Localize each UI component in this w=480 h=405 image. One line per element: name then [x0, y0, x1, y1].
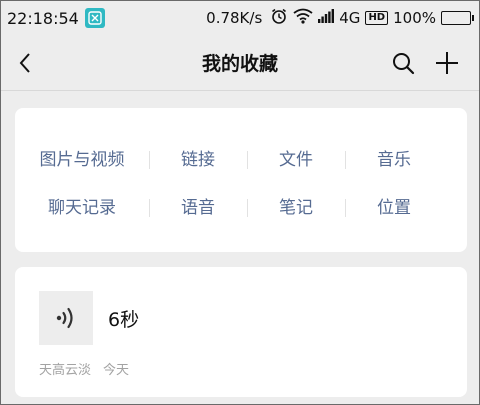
voice-icon [56, 307, 73, 329]
voice-duration: 6秒 [108, 309, 140, 331]
back-icon [19, 53, 30, 73]
category-row: 聊天记录 语音 笔记 位置 [15, 190, 467, 220]
app-notification-icon [84, 8, 105, 28]
alarm-icon [270, 7, 288, 29]
category-chat-history[interactable]: 聊天记录 [15, 193, 149, 218]
search-button[interactable] [387, 47, 419, 79]
favorite-date: 今天 [103, 363, 130, 378]
voice-thumbnail [39, 291, 93, 345]
favorite-meta: 天高云淡 今天 [39, 359, 129, 378]
category-music[interactable]: 音乐 [345, 145, 443, 170]
battery-icon [441, 11, 474, 25]
back-button[interactable] [9, 47, 41, 79]
category-voice[interactable]: 语音 [149, 193, 247, 218]
category-row: 图片与视频 链接 文件 音乐 [15, 142, 467, 172]
wifi-icon [293, 8, 313, 28]
status-time: 22:18:54 [7, 8, 79, 28]
favorite-source: 天高云淡 [39, 363, 92, 378]
network-type: 4G [339, 9, 361, 27]
battery-percent: 100% [393, 9, 436, 27]
add-button[interactable] [431, 47, 463, 79]
nav-bar: 我的收藏 [1, 35, 479, 91]
status-bar: 22:18:54 0.78K/s 4G HD 100% [1, 1, 479, 35]
category-links[interactable]: 链接 [149, 145, 247, 170]
category-location[interactable]: 位置 [345, 193, 443, 218]
network-speed: 0.78K/s [206, 9, 263, 27]
category-card: 图片与视频 链接 文件 音乐 聊天记录 语音 笔记 位置 [15, 108, 467, 252]
screen: 22:18:54 0.78K/s 4G HD 100% 我的收藏 图片与视频 链… [0, 0, 480, 405]
add-icon [436, 52, 458, 74]
favorite-item[interactable]: 6秒 天高云淡 今天 [15, 267, 467, 397]
signal-icon [318, 9, 335, 27]
search-icon [393, 53, 415, 75]
hd-icon: HD [365, 11, 389, 25]
category-images-videos[interactable]: 图片与视频 [15, 145, 149, 170]
category-files[interactable]: 文件 [247, 145, 345, 170]
category-notes[interactable]: 笔记 [247, 193, 345, 218]
